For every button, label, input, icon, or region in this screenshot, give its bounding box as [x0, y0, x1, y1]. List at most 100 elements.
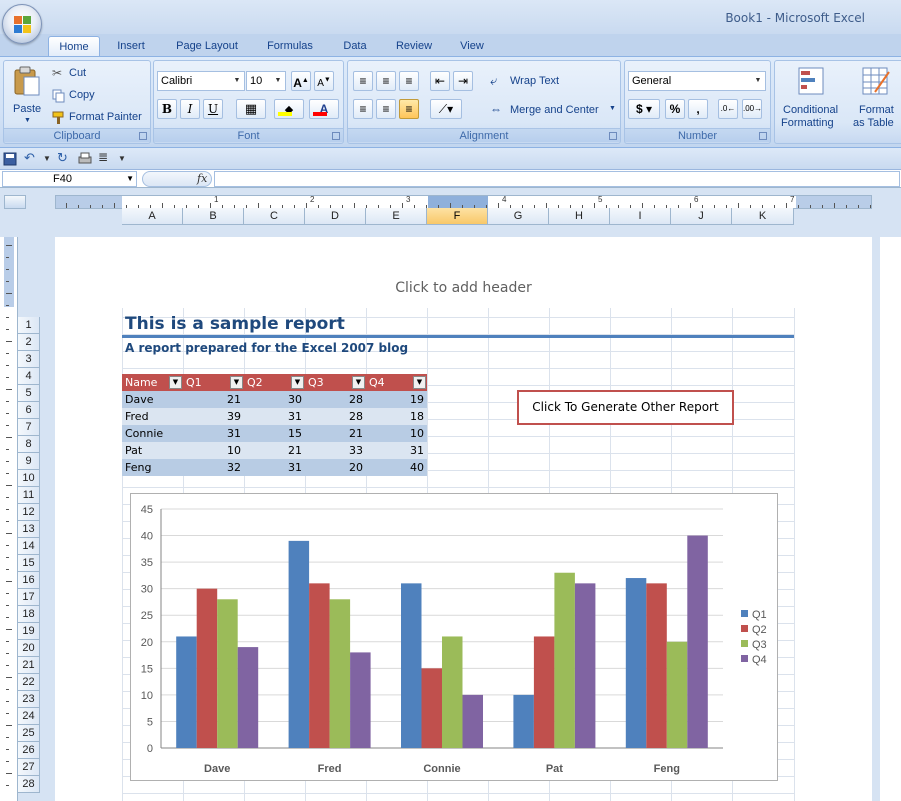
underline-button[interactable]: U [203, 99, 223, 119]
align-top-button[interactable]: ≡ [353, 71, 373, 91]
filter-dropdown-icon[interactable]: ▼ [230, 376, 243, 389]
undo-icon[interactable]: ↶ [24, 150, 38, 165]
row-header[interactable]: 9 [18, 453, 40, 470]
customize-qat-icon[interactable]: ▼ [118, 154, 132, 168]
table-name-cell[interactable]: Fred [122, 408, 183, 425]
font-color-button[interactable]: A [309, 99, 339, 119]
filter-dropdown-icon[interactable]: ▼ [352, 376, 365, 389]
table-header-cell[interactable]: Q2 ▼ [244, 374, 305, 391]
bold-button[interactable]: B [157, 99, 177, 119]
row-header[interactable]: 10 [18, 470, 40, 487]
table-value-cell[interactable]: 31 [244, 408, 305, 425]
font-name-combo[interactable]: Calibri ▼ [157, 71, 245, 91]
office-button[interactable] [2, 4, 42, 44]
align-middle-button[interactable]: ≡ [376, 71, 396, 91]
table-header-cell[interactable]: Q4 ▼ [366, 374, 427, 391]
font-size-combo[interactable]: 10 ▼ [246, 71, 286, 91]
decrease-decimal-button[interactable]: .00→ [742, 99, 762, 119]
select-all-corner[interactable] [4, 195, 26, 209]
table-value-cell[interactable]: 10 [366, 425, 427, 442]
row-header[interactable]: 24 [18, 708, 40, 725]
row-header[interactable]: 7 [18, 419, 40, 436]
redo-icon[interactable]: ↻ [57, 150, 71, 165]
align-left-button[interactable]: ≡ [353, 99, 373, 119]
decrease-indent-button[interactable]: ⇤ [430, 71, 450, 91]
table-value-cell[interactable]: 32 [183, 459, 244, 476]
table-value-cell[interactable]: 31 [244, 459, 305, 476]
number-format-combo[interactable]: General ▼ [628, 71, 766, 91]
generate-report-button[interactable]: Click To Generate Other Report [517, 390, 734, 425]
column-header-d[interactable]: D [305, 208, 366, 225]
row-header[interactable]: 8 [18, 436, 40, 453]
row-header[interactable]: 20 [18, 640, 40, 657]
format-painter-button[interactable]: Format Painter [52, 110, 150, 126]
table-name-cell[interactable]: Pat [122, 442, 183, 459]
row-header[interactable]: 1 [18, 317, 40, 334]
table-value-cell[interactable]: 33 [305, 442, 366, 459]
add-header-placeholder[interactable]: Click to add header [55, 280, 872, 296]
name-box[interactable]: F40 ▼ [2, 171, 137, 187]
wrap-text-button[interactable]: ⤶ Wrap Text [490, 73, 610, 91]
table-value-cell[interactable]: 18 [366, 408, 427, 425]
alignment-dialog-launcher[interactable] [609, 132, 617, 140]
table-value-cell[interactable]: 20 [305, 459, 366, 476]
tab-data[interactable]: Data [336, 36, 374, 56]
column-header-f[interactable]: F [427, 208, 488, 225]
table-name-cell[interactable]: Connie [122, 425, 183, 442]
row-header[interactable]: 19 [18, 623, 40, 640]
row-header[interactable]: 6 [18, 402, 40, 419]
grow-font-button[interactable]: A▲ [291, 71, 311, 91]
tab-review[interactable]: Review [390, 36, 438, 56]
table-value-cell[interactable]: 21 [183, 391, 244, 408]
row-header[interactable]: 27 [18, 759, 40, 776]
chart-area[interactable]: 0 5 10 15 20 25 30 35 40 45 Dave Fred Connie Pat Feng Q… [130, 493, 778, 781]
row-header[interactable]: 23 [18, 691, 40, 708]
align-icon[interactable]: ≣ [98, 150, 112, 164]
column-header-a[interactable]: A [122, 208, 183, 225]
align-bottom-button[interactable]: ≡ [399, 71, 419, 91]
increase-decimal-button[interactable]: .0← [718, 99, 738, 119]
insert-function-icon[interactable]: fx [197, 172, 207, 185]
percent-style-button[interactable]: % [665, 99, 685, 119]
formula-input[interactable] [214, 171, 900, 187]
table-value-cell[interactable]: 39 [183, 408, 244, 425]
tab-insert[interactable]: Insert [108, 36, 154, 56]
fill-color-button[interactable]: ◆ [274, 99, 304, 119]
filter-dropdown-icon[interactable]: ▼ [169, 376, 182, 389]
row-header[interactable]: 21 [18, 657, 40, 674]
copy-button[interactable]: Copy [52, 88, 112, 104]
table-value-cell[interactable]: 15 [244, 425, 305, 442]
row-header[interactable]: 3 [18, 351, 40, 368]
clipboard-dialog-launcher[interactable] [139, 132, 147, 140]
accounting-format-button[interactable]: $ ▾ [628, 99, 660, 119]
orientation-button[interactable]: ⟋▾ [430, 99, 462, 119]
column-header-b[interactable]: B [183, 208, 244, 225]
table-value-cell[interactable]: 19 [366, 391, 427, 408]
tab-formulas[interactable]: Formulas [258, 36, 322, 56]
shrink-font-button[interactable]: A▼ [314, 71, 334, 91]
row-header[interactable]: 15 [18, 555, 40, 572]
row-header[interactable]: 13 [18, 521, 40, 538]
print-icon[interactable] [78, 152, 92, 166]
column-header-c[interactable]: C [244, 208, 305, 225]
paste-button[interactable]: Paste ▼ [7, 63, 47, 129]
row-header[interactable]: 28 [18, 776, 40, 793]
column-header-k[interactable]: K [732, 208, 794, 225]
column-header-j[interactable]: J [671, 208, 732, 225]
align-center-button[interactable]: ≡ [376, 99, 396, 119]
comma-style-button[interactable]: , [688, 99, 708, 119]
row-header[interactable]: 12 [18, 504, 40, 521]
row-header[interactable]: 2 [18, 334, 40, 351]
table-value-cell[interactable]: 31 [183, 425, 244, 442]
borders-button[interactable]: ▦ [236, 99, 266, 119]
table-value-cell[interactable]: 21 [244, 442, 305, 459]
column-header-h[interactable]: H [549, 208, 610, 225]
table-value-cell[interactable]: 10 [183, 442, 244, 459]
row-header[interactable]: 5 [18, 385, 40, 402]
italic-button[interactable]: I [180, 99, 200, 119]
column-header-e[interactable]: E [366, 208, 427, 225]
row-header[interactable]: 14 [18, 538, 40, 555]
table-header-cell[interactable]: Q3 ▼ [305, 374, 366, 391]
cut-button[interactable]: ✂ Cut [52, 66, 112, 82]
table-name-cell[interactable]: Dave [122, 391, 183, 408]
